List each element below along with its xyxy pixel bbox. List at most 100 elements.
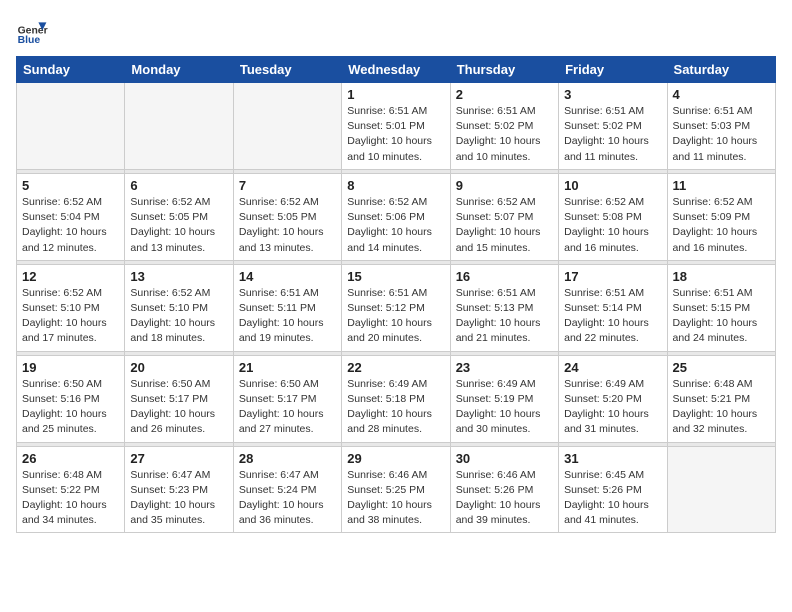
day-info: Sunrise: 6:51 AM Sunset: 5:12 PM Dayligh…: [347, 286, 444, 347]
day-number: 11: [673, 178, 770, 193]
day-number: 28: [239, 451, 336, 466]
day-info: Sunrise: 6:45 AM Sunset: 5:26 PM Dayligh…: [564, 468, 661, 529]
day-info: Sunrise: 6:52 AM Sunset: 5:05 PM Dayligh…: [239, 195, 336, 256]
day-number: 19: [22, 360, 119, 375]
day-number: 17: [564, 269, 661, 284]
calendar-cell: 15 Sunrise: 6:51 AM Sunset: 5:12 PM Dayli…: [342, 264, 450, 351]
weekday-header: Friday: [559, 57, 667, 83]
calendar-cell: 18 Sunrise: 6:51 AM Sunset: 5:15 PM Dayli…: [667, 264, 775, 351]
day-number: 23: [456, 360, 553, 375]
day-info: Sunrise: 6:49 AM Sunset: 5:20 PM Dayligh…: [564, 377, 661, 438]
day-number: 8: [347, 178, 444, 193]
calendar-cell: [125, 83, 233, 170]
day-info: Sunrise: 6:52 AM Sunset: 5:10 PM Dayligh…: [130, 286, 227, 347]
day-number: 9: [456, 178, 553, 193]
day-number: 22: [347, 360, 444, 375]
day-number: 1: [347, 87, 444, 102]
day-number: 14: [239, 269, 336, 284]
day-info: Sunrise: 6:51 AM Sunset: 5:01 PM Dayligh…: [347, 104, 444, 165]
day-number: 6: [130, 178, 227, 193]
day-info: Sunrise: 6:50 AM Sunset: 5:16 PM Dayligh…: [22, 377, 119, 438]
calendar-cell: [233, 83, 341, 170]
calendar-cell: 9 Sunrise: 6:52 AM Sunset: 5:07 PM Daylig…: [450, 173, 558, 260]
calendar-cell: 10 Sunrise: 6:52 AM Sunset: 5:08 PM Dayli…: [559, 173, 667, 260]
calendar-cell: 11Sunrise: 6:52 AM Sunset: 5:09 PM Dayli…: [667, 173, 775, 260]
calendar-cell: 30 Sunrise: 6:46 AM Sunset: 5:26 PM Dayli…: [450, 446, 558, 533]
day-number: 18: [673, 269, 770, 284]
weekday-header: Monday: [125, 57, 233, 83]
calendar-cell: 8 Sunrise: 6:52 AM Sunset: 5:06 PM Daylig…: [342, 173, 450, 260]
day-info: Sunrise: 6:52 AM Sunset: 5:06 PM Dayligh…: [347, 195, 444, 256]
day-number: 12: [22, 269, 119, 284]
calendar-cell: 19 Sunrise: 6:50 AM Sunset: 5:16 PM Dayli…: [17, 355, 125, 442]
calendar-cell: 23 Sunrise: 6:49 AM Sunset: 5:19 PM Dayli…: [450, 355, 558, 442]
weekday-header: Thursday: [450, 57, 558, 83]
calendar-cell: 13 Sunrise: 6:52 AM Sunset: 5:10 PM Dayli…: [125, 264, 233, 351]
day-info: Sunrise: 6:51 AM Sunset: 5:13 PM Dayligh…: [456, 286, 553, 347]
calendar-cell: 7 Sunrise: 6:52 AM Sunset: 5:05 PM Daylig…: [233, 173, 341, 260]
calendar-cell: 26 Sunrise: 6:48 AM Sunset: 5:22 PM Dayli…: [17, 446, 125, 533]
day-number: 30: [456, 451, 553, 466]
calendar-week-row: 1 Sunrise: 6:51 AM Sunset: 5:01 PM Daylig…: [17, 83, 776, 170]
weekday-header: Wednesday: [342, 57, 450, 83]
calendar-cell: 28 Sunrise: 6:47 AM Sunset: 5:24 PM Dayli…: [233, 446, 341, 533]
day-info: Sunrise: 6:49 AM Sunset: 5:19 PM Dayligh…: [456, 377, 553, 438]
day-info: Sunrise: 6:48 AM Sunset: 5:21 PM Dayligh…: [673, 377, 770, 438]
calendar-cell: 16 Sunrise: 6:51 AM Sunset: 5:13 PM Dayli…: [450, 264, 558, 351]
day-info: Sunrise: 6:49 AM Sunset: 5:18 PM Dayligh…: [347, 377, 444, 438]
calendar-cell: 3 Sunrise: 6:51 AM Sunset: 5:02 PM Daylig…: [559, 83, 667, 170]
day-number: 26: [22, 451, 119, 466]
day-number: 10: [564, 178, 661, 193]
day-info: Sunrise: 6:51 AM Sunset: 5:14 PM Dayligh…: [564, 286, 661, 347]
calendar-week-row: 12 Sunrise: 6:52 AM Sunset: 5:10 PM Dayli…: [17, 264, 776, 351]
calendar-cell: 2 Sunrise: 6:51 AM Sunset: 5:02 PM Daylig…: [450, 83, 558, 170]
calendar-cell: 22 Sunrise: 6:49 AM Sunset: 5:18 PM Dayli…: [342, 355, 450, 442]
day-info: Sunrise: 6:51 AM Sunset: 5:02 PM Dayligh…: [564, 104, 661, 165]
calendar-cell: 24 Sunrise: 6:49 AM Sunset: 5:20 PM Dayli…: [559, 355, 667, 442]
day-number: 20: [130, 360, 227, 375]
weekday-header: Tuesday: [233, 57, 341, 83]
calendar-week-row: 26 Sunrise: 6:48 AM Sunset: 5:22 PM Dayli…: [17, 446, 776, 533]
day-info: Sunrise: 6:52 AM Sunset: 5:04 PM Dayligh…: [22, 195, 119, 256]
day-number: 24: [564, 360, 661, 375]
day-info: Sunrise: 6:46 AM Sunset: 5:26 PM Dayligh…: [456, 468, 553, 529]
calendar-cell: 29 Sunrise: 6:46 AM Sunset: 5:25 PM Dayli…: [342, 446, 450, 533]
day-info: Sunrise: 6:48 AM Sunset: 5:22 PM Dayligh…: [22, 468, 119, 529]
calendar-cell: 20Sunrise: 6:50 AM Sunset: 5:17 PM Dayli…: [125, 355, 233, 442]
calendar-table: SundayMondayTuesdayWednesdayThursdayFrid…: [16, 56, 776, 533]
day-number: 27: [130, 451, 227, 466]
day-number: 3: [564, 87, 661, 102]
calendar-cell: 27 Sunrise: 6:47 AM Sunset: 5:23 PM Dayli…: [125, 446, 233, 533]
calendar-cell: 31Sunrise: 6:45 AM Sunset: 5:26 PM Dayli…: [559, 446, 667, 533]
day-info: Sunrise: 6:46 AM Sunset: 5:25 PM Dayligh…: [347, 468, 444, 529]
calendar-cell: 5Sunrise: 6:52 AM Sunset: 5:04 PM Daylig…: [17, 173, 125, 260]
day-number: 29: [347, 451, 444, 466]
calendar-cell: 12 Sunrise: 6:52 AM Sunset: 5:10 PM Dayli…: [17, 264, 125, 351]
weekday-header-row: SundayMondayTuesdayWednesdayThursdayFrid…: [17, 57, 776, 83]
weekday-header: Sunday: [17, 57, 125, 83]
calendar-cell: 6Sunrise: 6:52 AM Sunset: 5:05 PM Daylig…: [125, 173, 233, 260]
day-info: Sunrise: 6:52 AM Sunset: 5:08 PM Dayligh…: [564, 195, 661, 256]
day-info: Sunrise: 6:52 AM Sunset: 5:07 PM Dayligh…: [456, 195, 553, 256]
page-header: General Blue: [16, 16, 776, 48]
day-info: Sunrise: 6:51 AM Sunset: 5:03 PM Dayligh…: [673, 104, 770, 165]
weekday-header: Saturday: [667, 57, 775, 83]
day-number: 13: [130, 269, 227, 284]
day-info: Sunrise: 6:52 AM Sunset: 5:10 PM Dayligh…: [22, 286, 119, 347]
calendar-cell: 1 Sunrise: 6:51 AM Sunset: 5:01 PM Daylig…: [342, 83, 450, 170]
day-info: Sunrise: 6:47 AM Sunset: 5:23 PM Dayligh…: [130, 468, 227, 529]
day-number: 15: [347, 269, 444, 284]
calendar-week-row: 19 Sunrise: 6:50 AM Sunset: 5:16 PM Dayli…: [17, 355, 776, 442]
calendar-cell: [667, 446, 775, 533]
day-number: 16: [456, 269, 553, 284]
calendar-cell: 14Sunrise: 6:51 AM Sunset: 5:11 PM Dayli…: [233, 264, 341, 351]
day-number: 21: [239, 360, 336, 375]
calendar-week-row: 5Sunrise: 6:52 AM Sunset: 5:04 PM Daylig…: [17, 173, 776, 260]
day-number: 7: [239, 178, 336, 193]
day-info: Sunrise: 6:51 AM Sunset: 5:02 PM Dayligh…: [456, 104, 553, 165]
day-info: Sunrise: 6:51 AM Sunset: 5:15 PM Dayligh…: [673, 286, 770, 347]
day-number: 2: [456, 87, 553, 102]
svg-text:Blue: Blue: [18, 35, 41, 46]
calendar-cell: [17, 83, 125, 170]
day-info: Sunrise: 6:47 AM Sunset: 5:24 PM Dayligh…: [239, 468, 336, 529]
